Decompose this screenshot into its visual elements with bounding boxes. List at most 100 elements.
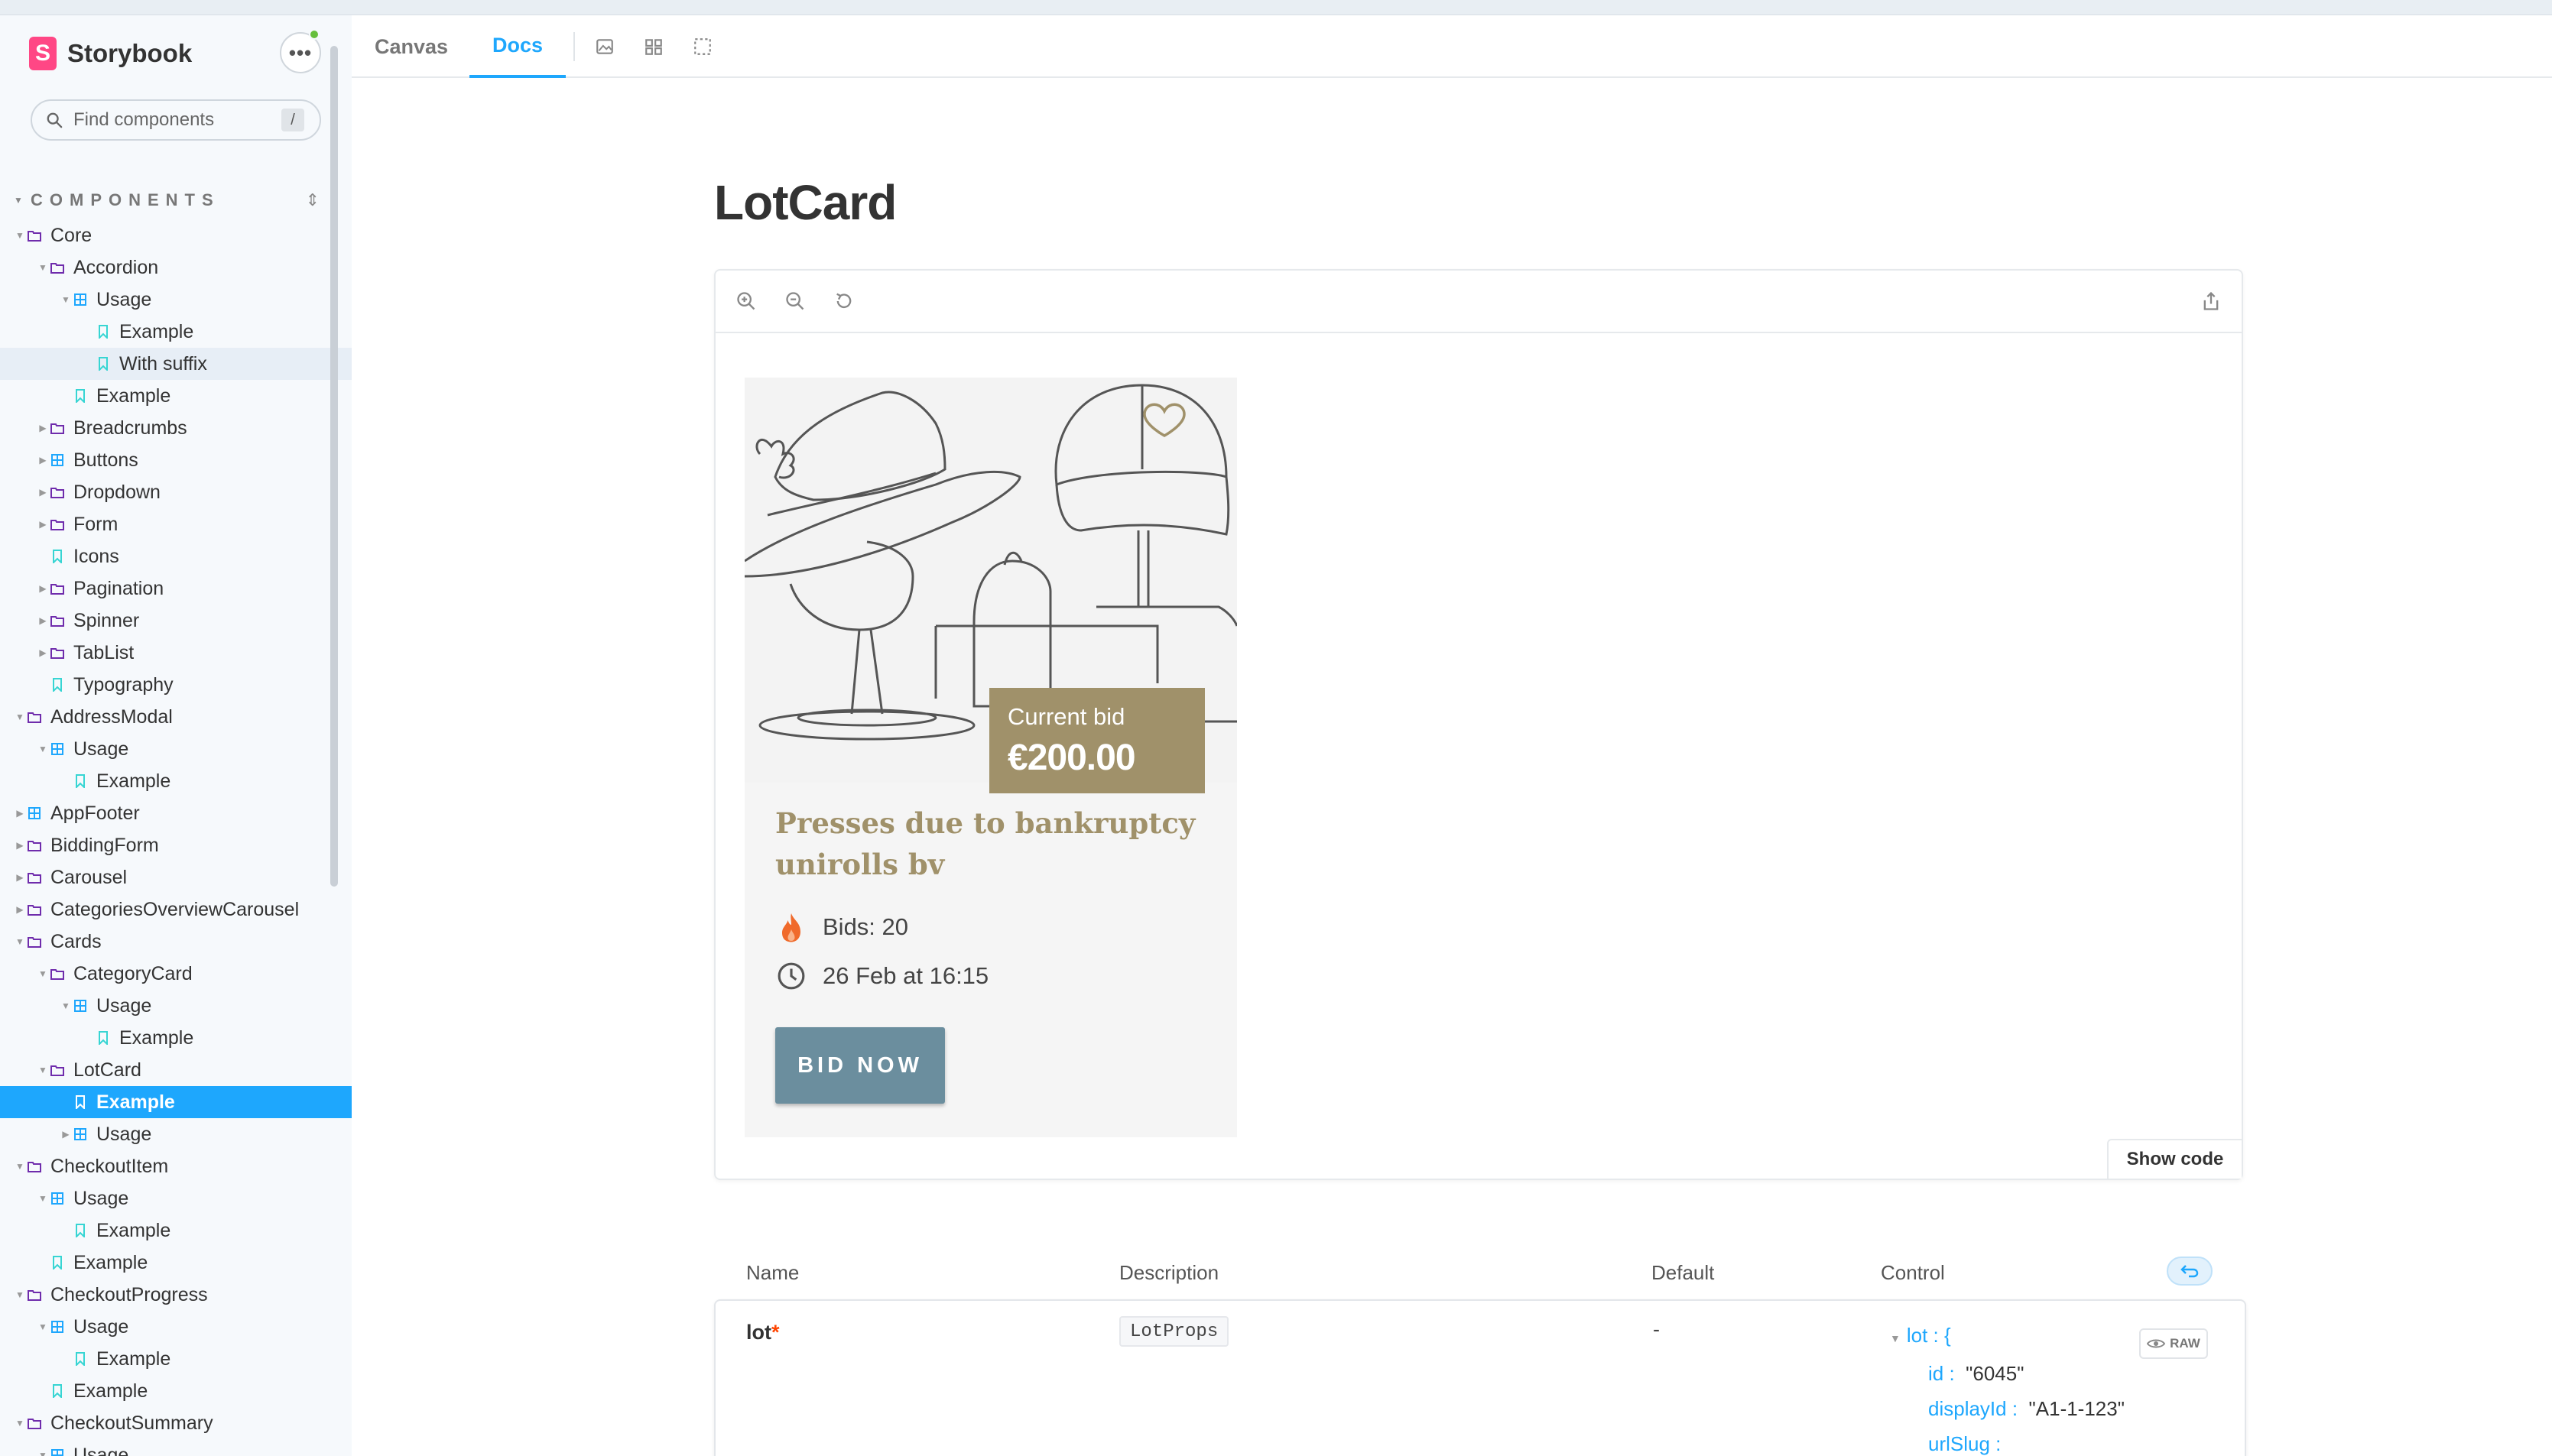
sidebar-item-tablist[interactable]: ▶ TabList (0, 637, 352, 669)
zoom-reset-icon[interactable] (830, 287, 858, 315)
caret-down-icon[interactable]: ▼ (37, 262, 49, 273)
sidebar-item-form[interactable]: ▶ Form (0, 508, 352, 540)
sidebar-item-buttons[interactable]: ▶ Buttons (0, 444, 352, 476)
components-section-header[interactable]: ▼ COMPONENTS ⇕ (14, 185, 320, 216)
search-input[interactable]: Find components (73, 109, 281, 131)
caret-right-icon[interactable]: ▶ (60, 1129, 72, 1140)
caret-right-icon[interactable]: ▶ (37, 487, 49, 498)
search-field[interactable]: Find components / (31, 99, 321, 141)
caret-down-icon[interactable]: ▼ (60, 294, 72, 305)
caret-down-icon[interactable]: ▼ (14, 712, 26, 722)
sidebar-item-usage[interactable]: ▼ Usage (0, 1311, 352, 1343)
sidebar-item-breadcrumbs[interactable]: ▶ Breadcrumbs (0, 412, 352, 444)
caret-down-icon[interactable]: ▼ (14, 1418, 26, 1428)
sidebar-item-cards[interactable]: ▼ Cards (0, 926, 352, 958)
sidebar-item-carousel[interactable]: ▶ Carousel (0, 861, 352, 893)
sidebar-item-usage[interactable]: ▼ Usage (0, 1182, 352, 1214)
share-icon[interactable] (2197, 287, 2225, 315)
image-icon[interactable] (592, 34, 618, 60)
caret-right-icon[interactable]: ▶ (37, 423, 49, 433)
sidebar-item-example[interactable]: Example (0, 1343, 352, 1375)
caret-right-icon[interactable]: ▶ (14, 840, 26, 851)
object-control[interactable]: ▼ lot : { id : "6045" displayId : "A1-1-1… (1890, 1318, 2125, 1456)
sidebar-item-usage[interactable]: ▼ Usage (0, 1439, 352, 1456)
sidebar-item-example[interactable]: Example (0, 380, 352, 412)
caret-down-icon[interactable]: ▼ (14, 1161, 26, 1172)
caret-down-icon[interactable]: ▼ (14, 230, 26, 241)
bid-now-button[interactable]: BID NOW (775, 1027, 945, 1104)
caret-down-icon[interactable]: ▼ (37, 744, 49, 754)
json-field-value[interactable]: "6045" (1966, 1362, 2024, 1385)
outline-icon[interactable] (690, 34, 716, 60)
sidebar-item-usage[interactable]: ▼ Usage (0, 284, 352, 316)
lot-title[interactable]: Presses due to bankruptcy unirolls bv (775, 803, 1203, 885)
sidebar-item-pagination[interactable]: ▶ Pagination (0, 572, 352, 605)
caret-down-icon[interactable]: ▼ (60, 1000, 72, 1011)
sidebar-item-example[interactable]: Example (0, 1022, 352, 1054)
lot-card[interactable]: Current bid €200.00 Presses due to bankr… (745, 378, 1237, 1137)
caret-right-icon[interactable]: ▶ (37, 455, 49, 465)
caret-down-icon[interactable]: ▼ (14, 1289, 26, 1300)
reset-controls-button[interactable] (2167, 1257, 2213, 1286)
caret-down-icon[interactable]: ▼ (14, 936, 26, 947)
caret-down-icon[interactable]: ▼ (37, 1450, 49, 1456)
sidebar-item-usage[interactable]: ▶ Usage (0, 1118, 352, 1150)
raw-toggle-button[interactable]: RAW (2139, 1328, 2208, 1359)
json-field-row[interactable]: id : "6045" (1890, 1356, 2125, 1391)
json-field-value[interactable]: "A1-1-123" (2029, 1397, 2125, 1420)
sidebar-item-icons[interactable]: Icons (0, 540, 352, 572)
sidebar-item-dropdown[interactable]: ▶ Dropdown (0, 476, 352, 508)
sidebar-item-example[interactable]: Example (0, 765, 352, 797)
sidebar-item-example[interactable]: Example (0, 1247, 352, 1279)
sidebar-item-spinner[interactable]: ▶ Spinner (0, 605, 352, 637)
sidebar-item-addressmodal[interactable]: ▼ AddressModal (0, 701, 352, 733)
sidebar-item-checkoutsummary[interactable]: ▼ CheckoutSummary (0, 1407, 352, 1439)
json-field-row[interactable]: displayId : "A1-1-123" (1890, 1391, 2125, 1426)
sidebar-item-example[interactable]: Example (0, 1214, 352, 1247)
sidebar-item-label: Example (119, 320, 194, 342)
caret-down-icon[interactable]: ▼ (37, 968, 49, 979)
sidebar-item-with-suffix[interactable]: With suffix (0, 348, 352, 380)
sidebar-item-usage[interactable]: ▼ Usage (0, 733, 352, 765)
caret-down-icon[interactable]: ▼ (37, 1065, 49, 1075)
required-marker: * (771, 1321, 780, 1344)
caret-right-icon[interactable]: ▶ (14, 872, 26, 883)
sidebar-item-example[interactable]: Example (0, 1375, 352, 1407)
sidebar-item-example[interactable]: Example (0, 1086, 352, 1118)
sidebar-item-categoriesoverviewcarousel[interactable]: ▶ CategoriesOverviewCarousel (0, 893, 352, 926)
caret-right-icon[interactable]: ▶ (37, 647, 49, 658)
sidebar-item-biddingform[interactable]: ▶ BiddingForm (0, 829, 352, 861)
caret-right-icon[interactable]: ▶ (14, 904, 26, 915)
caret-down-icon[interactable]: ▼ (37, 1193, 49, 1204)
caret-down-icon[interactable]: ▼ (37, 1321, 49, 1332)
tab-docs[interactable]: Docs (469, 15, 567, 78)
caret-right-icon[interactable]: ▶ (37, 583, 49, 594)
caret-right-icon[interactable]: ▶ (14, 808, 26, 819)
sidebar-item-checkoutprogress[interactable]: ▼ CheckoutProgress (0, 1279, 352, 1311)
sidebar-item-lotcard[interactable]: ▼ LotCard (0, 1054, 352, 1086)
show-code-button[interactable]: Show code (2107, 1139, 2242, 1179)
sidebar-item-appfooter[interactable]: ▶ AppFooter (0, 797, 352, 829)
sidebar-item-usage[interactable]: ▼ Usage (0, 990, 352, 1022)
sidebar-item-typography[interactable]: Typography (0, 669, 352, 701)
json-root-row[interactable]: ▼ lot : { (1890, 1318, 2125, 1356)
toolbar: Canvas Docs (352, 15, 2552, 78)
caret-right-icon[interactable]: ▶ (37, 519, 49, 530)
tab-canvas[interactable]: Canvas (352, 15, 471, 78)
zoom-out-icon[interactable] (781, 287, 809, 315)
sidebar-item-example[interactable]: Example (0, 316, 352, 348)
sidebar-item-accordion[interactable]: ▼ Accordion (0, 251, 352, 284)
caret-right-icon[interactable]: ▶ (37, 615, 49, 626)
expand-all-icon[interactable]: ⇕ (306, 190, 320, 210)
sidebar-item-categorycard[interactable]: ▼ CategoryCard (0, 958, 352, 990)
brand[interactable]: S Storybook (29, 37, 192, 70)
sidebar-item-core[interactable]: ▼ Core (0, 219, 352, 251)
sidebar-item-checkoutitem[interactable]: ▼ CheckoutItem (0, 1150, 352, 1182)
collapse-caret-icon[interactable]: ▼ (1890, 1332, 1901, 1344)
json-field-row[interactable]: urlSlug : (1890, 1426, 2125, 1456)
zoom-in-icon[interactable] (732, 287, 760, 315)
sidebar-scrollbar[interactable] (330, 46, 338, 887)
bookmark-icon (96, 325, 110, 339)
grid-icon[interactable] (641, 34, 667, 60)
sidebar-item-label: Typography (73, 673, 174, 696)
